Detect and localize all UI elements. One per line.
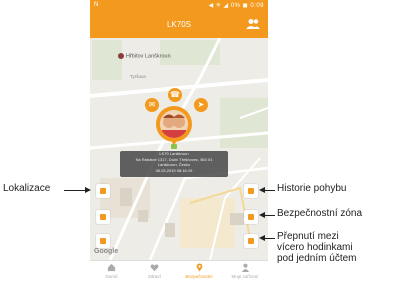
location-pin-icon (196, 263, 202, 272)
locate-icon (100, 188, 106, 194)
app-title: LK70S (166, 20, 192, 29)
status-bar: N ◀ ✳ ◢ 0% ◼ 0:09 (90, 0, 268, 12)
google-logo: Google (94, 248, 119, 255)
phone-screen: N ◀ ✳ ◢ 0% ◼ 0:09 LK70S Hřbitov Lanškrou… (90, 0, 268, 284)
locate-button[interactable] (96, 184, 110, 198)
child-photo-avatar (160, 110, 188, 138)
switch-watch-icon (248, 238, 254, 244)
bottom-navigation: Domů Zdraví Bezpečnostní Moje zařízení (90, 260, 268, 284)
arrowhead-historie (259, 187, 265, 193)
nav-security-label: Bezpečnostní (185, 274, 213, 279)
home-icon (107, 263, 116, 272)
arrow-prepnuti (264, 238, 275, 239)
message-icon[interactable]: ✉ (145, 98, 159, 112)
arrow-historie (264, 190, 275, 191)
place-name: Hřbitov Lanškroun (126, 53, 171, 60)
map-background (90, 38, 268, 260)
history-button[interactable] (244, 184, 258, 198)
callout-prepnuti-line-3: pod jedním účtem (277, 253, 357, 264)
map-view[interactable]: Hřbitov Lanškroun Tyršova ☎ ✉ ➤ LK70 Lan… (90, 38, 268, 260)
status-left: N (94, 2, 99, 8)
callout-prepnuti-line-1: Přepnutí mezi (277, 231, 339, 242)
arrowhead-prepnuti (259, 235, 265, 241)
arrow-zona (264, 215, 275, 216)
switch-watch-button[interactable] (244, 234, 258, 248)
phone-device-button[interactable] (96, 210, 110, 224)
popup-line-4: 06.03.2019 08:16:19 (155, 167, 193, 173)
nav-home[interactable]: Domů (94, 263, 129, 279)
place-marker-icon (118, 53, 124, 59)
callout-prepnuti: Přepnutí mezi vícero hodinkami pod jední… (277, 231, 357, 264)
callout-lokalizace: Lokalizace (3, 183, 51, 194)
device-location-marker[interactable] (156, 106, 192, 146)
safe-zone-button[interactable] (244, 210, 258, 224)
callout-zona: Bezpečnostní zóna (277, 208, 363, 219)
status-right: ◀ ✳ ◢ 0% ◼ 0:09 (208, 3, 264, 9)
nav-my-device[interactable]: Moje zařízení (224, 263, 266, 279)
street-label: Tyršova (130, 74, 146, 79)
arrowhead-lokalizace (85, 187, 91, 193)
nav-health[interactable]: Zdraví (137, 263, 172, 279)
safe-zone-icon (248, 214, 254, 220)
arrow-lokalizace (64, 190, 86, 191)
phone-icon (100, 214, 106, 220)
person-icon (241, 263, 249, 272)
callout-historie: Historie pohybu (277, 183, 347, 194)
nav-home-label: Domů (105, 274, 118, 279)
arrowhead-zona (259, 212, 265, 218)
layers-button[interactable] (96, 234, 110, 248)
layers-icon (100, 238, 106, 244)
navigate-icon[interactable]: ➤ (194, 98, 208, 112)
nav-security[interactable]: Bezpečnostní (178, 263, 220, 279)
call-icon[interactable]: ☎ (168, 88, 182, 102)
device-dot-icon (171, 144, 177, 149)
callout-prepnuti-line-2: vícero hodinkami (277, 242, 353, 253)
heart-icon (150, 264, 159, 272)
app-bar: LK70S (90, 12, 268, 38)
history-icon (248, 188, 254, 194)
nav-health-label: Zdraví (148, 274, 161, 279)
map-place-label: Hřbitov Lanškroun (118, 53, 171, 59)
address-popup: LK70 Lanškroun Na Rabatce 1317, Dolní Tř… (120, 151, 228, 177)
nav-my-device-label: Moje zařízení (231, 274, 259, 279)
switch-users-icon[interactable] (246, 18, 260, 30)
